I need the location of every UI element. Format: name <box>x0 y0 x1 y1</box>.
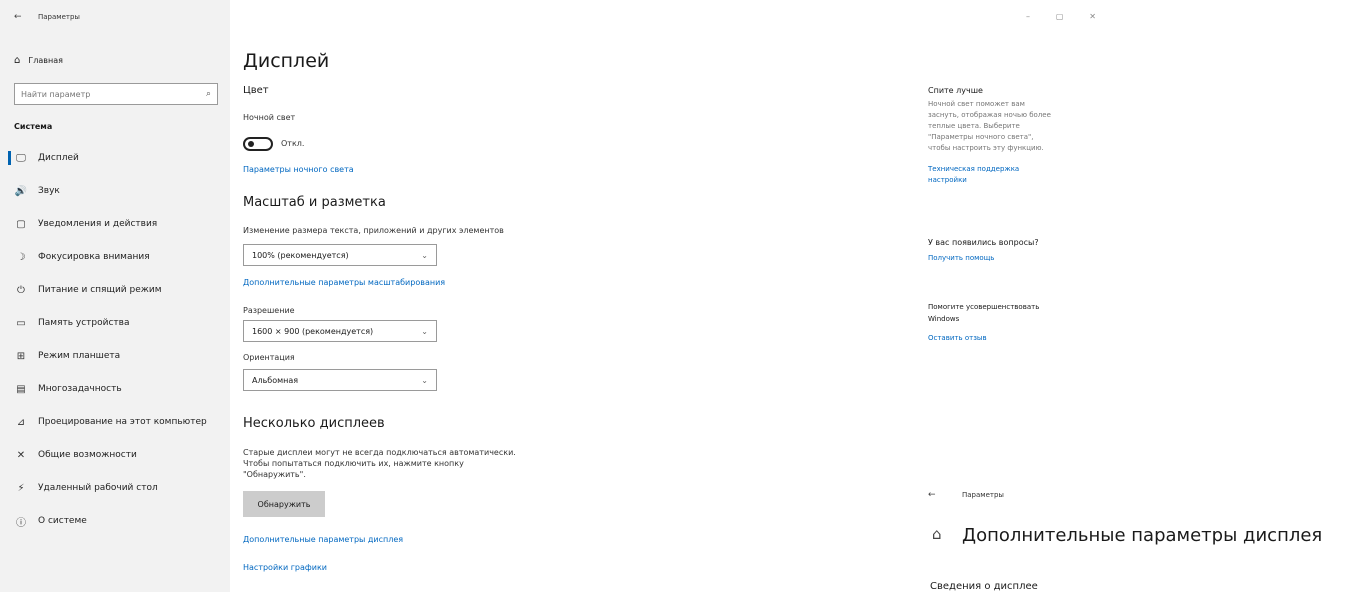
search-placeholder: Найти параметр <box>21 89 91 99</box>
sidebar-item-remote-desktop[interactable]: ⚡ Удаленный рабочий стол <box>0 473 230 503</box>
minimize-button[interactable]: – <box>1026 12 1030 21</box>
night-light-label: Ночной свет <box>243 113 296 122</box>
notifications-icon: ▢ <box>16 218 26 230</box>
projecting-icon: ⊿ <box>16 416 26 428</box>
multitasking-icon: ▤ <box>16 383 26 395</box>
sidebar-item-label: Режим планшета <box>38 351 121 361</box>
multi-display-text-line-2: Чтобы попытаться подключить их, нажмите … <box>243 459 464 468</box>
sidebar-item-label: Питание и спящий режим <box>38 285 162 295</box>
scale-value: 100% (рекомендуется) <box>252 250 349 260</box>
home-link[interactable]: ⌂ Главная <box>14 55 63 66</box>
sidebar-item-multitasking[interactable]: ▤ Многозадачность <box>0 374 230 404</box>
night-light-settings-link[interactable]: Параметры ночного света <box>243 165 354 174</box>
detect-button[interactable]: Обнаружить <box>243 491 325 517</box>
night-light-toggle[interactable] <box>243 137 273 151</box>
sidebar-item-storage[interactable]: ▭ Память устройства <box>0 308 230 338</box>
orientation-value: Альбомная <box>252 375 299 385</box>
sidebar-item-display[interactable]: 🖵 Дисплей <box>0 143 230 173</box>
overlay-window-title: Параметры <box>962 491 1004 499</box>
sidebar-item-label: Общие возможности <box>38 450 137 460</box>
back-arrow-icon[interactable]: ← <box>14 12 22 22</box>
toggle-knob <box>248 141 254 147</box>
resolution-value: 1600 × 900 (рекомендуется) <box>252 326 374 336</box>
sleep-text-line-2: заснуть, отображая ночью более <box>928 111 1051 119</box>
focus-assist-icon: ☽ <box>16 251 26 263</box>
sidebar-item-label: Звук <box>38 186 60 196</box>
window-controls: – ▢ ✕ <box>1026 12 1096 21</box>
resolution-dropdown[interactable]: 1600 × 900 (рекомендуется) ⌄ <box>243 320 437 342</box>
shared-experiences-icon: ✕ <box>16 449 26 461</box>
sidebar-item-label: Уведомления и действия <box>38 219 158 229</box>
about-icon: ⓘ <box>16 517 26 529</box>
active-indicator <box>8 151 11 165</box>
overlay-page-title: Дополнительные параметры дисплея <box>962 525 1323 546</box>
resolution-label: Разрешение <box>243 306 295 315</box>
sidebar-item-notifications[interactable]: ▢ Уведомления и действия <box>0 209 230 239</box>
graphics-settings-link[interactable]: Настройки графики <box>243 563 327 572</box>
sleep-text-line-3: теплые цвета. Выберите <box>928 122 1020 130</box>
advanced-scaling-link[interactable]: Дополнительные параметры масштабирования <box>243 278 445 287</box>
sidebar-item-label: Фокусировка внимания <box>38 252 150 262</box>
advanced-display-settings-link[interactable]: Дополнительные параметры дисплея <box>243 535 403 544</box>
home-label: Главная <box>28 56 63 65</box>
sleep-text-line-4: "Параметры ночного света", <box>928 133 1034 141</box>
navigation-pane: ← Параметры ⌂ Главная Найти параметр ⌕ С… <box>0 0 230 592</box>
section-title: Система <box>14 122 53 131</box>
close-button[interactable]: ✕ <box>1089 12 1096 21</box>
orientation-dropdown[interactable]: Альбомная ⌄ <box>243 369 437 391</box>
scale-section-header: Масштаб и разметка <box>243 195 386 210</box>
sidebar-item-tablet[interactable]: ⊞ Режим планшета <box>0 341 230 371</box>
scale-dropdown[interactable]: 100% (рекомендуется) ⌄ <box>243 244 437 266</box>
multi-display-text-line-1: Старые дисплеи могут не всегда подключат… <box>243 448 516 457</box>
sidebar-item-label: Многозадачность <box>38 384 122 394</box>
get-help-link[interactable]: Получить помощь <box>928 254 994 262</box>
power-icon: ⏻ <box>17 284 25 296</box>
sleep-text-line-5: чтобы настроить эту функцию. <box>928 144 1044 152</box>
sidebar-item-label: Удаленный рабочий стол <box>38 483 158 493</box>
advanced-display-settings-window: ← Параметры ⌂ Дополнительные параметры д… <box>918 478 1362 592</box>
search-icon: ⌕ <box>205 89 211 99</box>
tablet-icon: ⊞ <box>16 350 26 362</box>
sidebar-item-label: Память устройства <box>38 318 130 328</box>
questions-title: У вас появились вопросы? <box>928 238 1039 247</box>
page-title: Дисплей <box>243 50 330 72</box>
storage-icon: ▭ <box>16 317 26 329</box>
display-info-header: Сведения о дисплее <box>930 581 1038 592</box>
back-arrow-icon[interactable]: ← <box>928 490 936 500</box>
chevron-down-icon: ⌄ <box>421 326 428 336</box>
orientation-label: Ориентация <box>243 353 295 362</box>
night-light-state: Откл. <box>281 139 305 148</box>
search-input[interactable]: Найти параметр ⌕ <box>14 83 218 105</box>
give-feedback-link[interactable]: Оставить отзыв <box>928 334 987 342</box>
chevron-down-icon: ⌄ <box>421 250 428 260</box>
sidebar-item-label: Дисплей <box>38 153 79 163</box>
sleep-text-line-1: Ночной свет поможет вам <box>928 100 1025 108</box>
sidebar-item-projecting[interactable]: ⊿ Проецирование на этот компьютер <box>0 407 230 437</box>
color-section-header: Цвет <box>243 85 269 96</box>
support-link-line-1[interactable]: Техническая поддержка <box>928 165 1019 173</box>
remote-desktop-icon: ⚡ <box>17 482 25 494</box>
support-link-line-2[interactable]: настройки <box>928 176 967 184</box>
home-icon: ⌂ <box>14 55 21 66</box>
scale-label: Изменение размера текста, приложений и д… <box>243 226 504 235</box>
window-title: Параметры <box>38 13 80 21</box>
home-icon: ⌂ <box>932 525 942 543</box>
sidebar-item-about[interactable]: ⓘ О системе <box>0 506 230 536</box>
sleep-better-title: Спите лучше <box>928 86 983 95</box>
sidebar-item-focus-assist[interactable]: ☽ Фокусировка внимания <box>0 242 230 272</box>
sidebar-item-shared-experiences[interactable]: ✕ Общие возможности <box>0 440 230 470</box>
improve-windows-title-line-2: Windows <box>928 315 960 323</box>
improve-windows-title-line-1: Помогите усовершенствовать <box>928 303 1040 311</box>
sidebar-item-label: О системе <box>38 516 87 526</box>
sidebar-item-sound[interactable]: 🔊 Звук <box>0 176 230 206</box>
display-icon: 🖵 <box>16 152 26 164</box>
sidebar-item-power[interactable]: ⏻ Питание и спящий режим <box>0 275 230 305</box>
chevron-down-icon: ⌄ <box>421 375 428 385</box>
sound-icon: 🔊 <box>14 185 28 197</box>
multi-display-text-line-3: "Обнаружить". <box>243 470 306 479</box>
maximize-button[interactable]: ▢ <box>1056 12 1064 21</box>
sidebar-item-label: Проецирование на этот компьютер <box>38 417 207 427</box>
multi-display-section-header: Несколько дисплеев <box>243 416 385 431</box>
